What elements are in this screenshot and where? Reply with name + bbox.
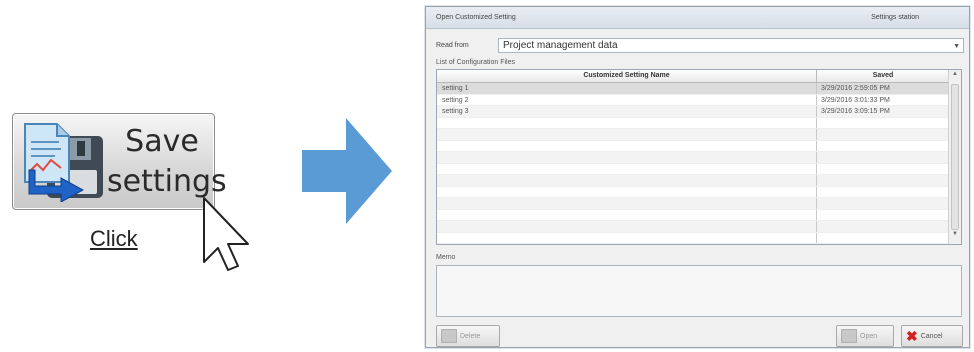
open-button[interactable]: Open	[836, 325, 894, 347]
empty-row	[437, 175, 949, 187]
open-icon	[841, 329, 857, 343]
dialog-titlebar: Open Customized Setting Settings station	[426, 7, 969, 29]
click-label: Click	[90, 226, 138, 251]
scroll-down-icon[interactable]: ▼	[949, 231, 961, 243]
memo-field[interactable]	[436, 265, 962, 317]
table-row[interactable]: setting 3 3/29/2016 3:09:15 PM	[437, 106, 949, 118]
cancel-button[interactable]: ✖ Cancel	[901, 325, 963, 347]
empty-row	[437, 129, 949, 141]
empty-row	[437, 186, 949, 198]
cancel-label: Cancel	[920, 332, 943, 340]
read-from-select[interactable]: Project management data ▼	[498, 37, 964, 53]
dialog-title-right: Settings station	[871, 14, 919, 21]
column-header-saved[interactable]: Saved	[817, 70, 949, 82]
empty-row	[437, 117, 949, 129]
empty-row	[437, 221, 949, 233]
right-arrow-icon	[302, 118, 392, 224]
scrollbar-thumb[interactable]	[951, 84, 959, 230]
table-row[interactable]: setting 1 3/29/2016 2:59:05 PM	[437, 83, 949, 95]
table-scrollbar[interactable]: ▲ ▼	[948, 70, 961, 244]
column-header-name[interactable]: Customized Setting Name	[437, 70, 817, 82]
open-label: Open	[860, 332, 878, 340]
delete-label: Delete	[460, 332, 481, 340]
empty-row	[437, 198, 949, 210]
save-settings-button[interactable]: Save settings	[12, 113, 227, 210]
list-title: List of Configuration Files	[436, 59, 515, 66]
close-icon: ✖	[906, 328, 918, 344]
row-saved: 3/29/2016 3:09:15 PM	[821, 108, 890, 115]
row-name: setting 1	[437, 83, 817, 94]
row-saved: 3/29/2016 3:01:33 PM	[821, 96, 890, 104]
empty-row	[437, 209, 949, 221]
table-row[interactable]: setting 2 3/29/2016 3:01:33 PM	[437, 94, 949, 106]
scroll-up-icon[interactable]: ▲	[949, 71, 961, 83]
row-name: setting 2	[437, 94, 817, 105]
read-from-row: Read from Project management data ▼	[436, 37, 964, 53]
mouse-cursor-icon	[203, 197, 249, 271]
save-settings-icon	[24, 123, 103, 202]
settings-table: Customized Setting Name Saved setting 1 …	[436, 69, 962, 245]
open-customized-setting-dialog: Open Customized Setting Settings station…	[425, 6, 970, 348]
save-label-line1: Save	[125, 124, 199, 159]
row-saved: 3/29/2016 2:59:05 PM	[821, 85, 890, 92]
dialog-title: Open Customized Setting	[436, 14, 516, 21]
delete-icon	[441, 329, 457, 343]
read-from-label: Read from	[436, 41, 469, 49]
table-body: setting 1 3/29/2016 2:59:05 PM setting 2…	[437, 83, 949, 244]
delete-button[interactable]: Delete	[436, 325, 500, 347]
chevron-down-icon[interactable]: ▼	[953, 40, 960, 53]
read-from-value: Project management data	[503, 39, 618, 51]
empty-row	[437, 232, 949, 244]
empty-row	[437, 140, 949, 152]
empty-row	[437, 152, 949, 164]
table-header: Customized Setting Name Saved	[437, 70, 961, 83]
memo-label: Memo	[436, 254, 456, 261]
row-name: setting 3	[437, 106, 817, 117]
empty-row	[437, 163, 949, 175]
